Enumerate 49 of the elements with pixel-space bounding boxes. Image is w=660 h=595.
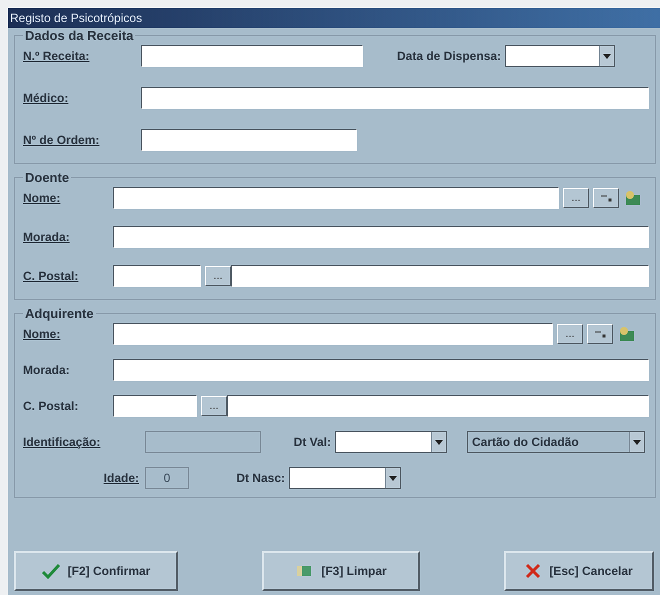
date-dropdown[interactable] [289, 467, 401, 489]
lookup-button[interactable]: ... [563, 188, 589, 208]
check-icon [42, 563, 60, 579]
id-type-dropdown[interactable]: Cartão do Cidadão [467, 431, 645, 453]
dropdown-value: Cartão do Cidadão [471, 434, 580, 451]
field-label: C. Postal: [23, 399, 80, 413]
field-label: Identificação: [23, 435, 102, 449]
field-label: Dt Val: [292, 435, 331, 449]
input-field[interactable] [227, 395, 649, 417]
input-field[interactable] [113, 395, 197, 417]
field-label: Nome: [23, 327, 62, 341]
input-field[interactable] [113, 226, 649, 248]
group-title: Dados da Receita [24, 28, 134, 43]
field-label: Médico: [23, 91, 70, 105]
field-label: Idade: [102, 471, 140, 485]
action-button[interactable]: [F3] Limpar [262, 551, 420, 591]
input-field[interactable] [113, 187, 559, 209]
lookup-button[interactable]: ... [201, 396, 227, 416]
list-icon [600, 194, 612, 202]
lookup-button[interactable]: ... [205, 266, 231, 286]
field-label: Morada: [23, 230, 71, 244]
group-title: Adquirente [24, 306, 95, 321]
field-label: Data de Dispensa: [397, 49, 502, 63]
action-button[interactable]: [Esc] Cancelar [504, 551, 654, 591]
list-button[interactable] [593, 188, 619, 208]
input-field[interactable] [141, 87, 649, 109]
date-dropdown[interactable] [505, 45, 616, 67]
input-field[interactable] [141, 129, 357, 151]
input-field[interactable] [113, 323, 553, 345]
age-field[interactable]: 0 [145, 467, 189, 489]
date-dropdown[interactable] [335, 431, 447, 453]
cross-icon [525, 563, 542, 579]
field-label: C. Postal: [23, 269, 80, 283]
action-button[interactable]: [F2] Confirmar [14, 551, 178, 591]
input-field[interactable] [113, 359, 649, 381]
lookup-button[interactable]: ... [557, 324, 583, 344]
input-field[interactable] [141, 45, 363, 67]
input-field[interactable] [145, 431, 261, 453]
group-title: Doente [24, 170, 70, 185]
list-icon [594, 330, 606, 338]
window-title: Registo de Psicotrópicos [8, 8, 660, 28]
field-label: Morada: [23, 363, 71, 377]
field-label: Nº de Ordem: [23, 133, 100, 147]
field-label: N.º Receita: [23, 49, 90, 63]
input-field[interactable] [113, 265, 201, 287]
field-label: Dt Nasc: [235, 471, 285, 485]
input-field[interactable] [231, 265, 649, 287]
list-button[interactable] [587, 324, 613, 344]
field-label: Nome: [23, 191, 62, 205]
